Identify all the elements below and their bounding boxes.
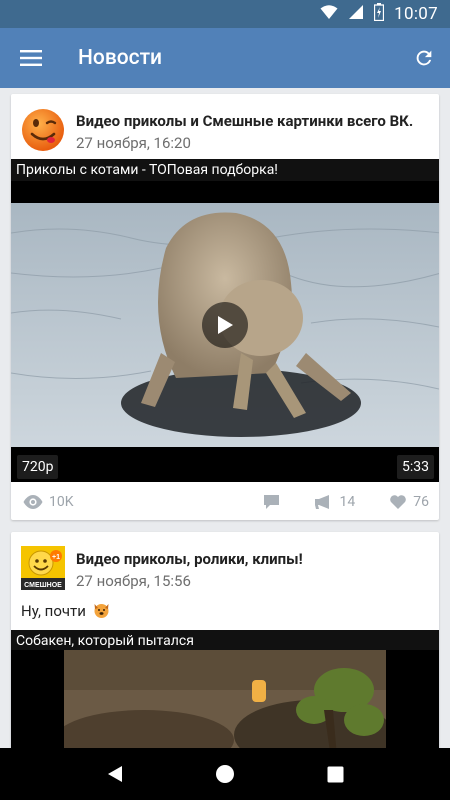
menu-button[interactable] [0, 28, 62, 88]
hamburger-icon [20, 50, 42, 66]
home-button[interactable] [205, 754, 245, 794]
funny-group-logo: +1 СМЕШНОЕ [21, 546, 65, 590]
post-text-body: Ну, почти [21, 602, 86, 620]
post-header: Видео приколы и Смешные картинки всего В… [11, 94, 439, 160]
recents-button[interactable] [315, 754, 355, 794]
avatar-text: СМЕШНОЕ [24, 582, 62, 589]
recents-square-icon [327, 766, 343, 782]
news-feed[interactable]: Видео приколы и Смешные картинки всего В… [0, 88, 450, 748]
shares-count: 14 [339, 494, 356, 510]
clock: 10:07 [394, 4, 438, 24]
post-card[interactable]: Видео приколы и Смешные картинки всего В… [11, 94, 439, 520]
post-author[interactable]: Видео приколы и Смешные картинки всего В… [76, 112, 413, 130]
likes-count: 76 [413, 494, 429, 510]
avatar[interactable] [21, 108, 65, 152]
comment-button[interactable] [263, 494, 280, 510]
avatar-badge: +1 [52, 554, 60, 561]
post-footer: 10K 14 76 [11, 484, 439, 520]
heart-icon [390, 495, 407, 509]
like-button[interactable]: 76 [389, 494, 429, 510]
views-counter: 10K [23, 494, 74, 510]
home-circle-icon [216, 765, 234, 783]
video-duration-badge: 5:33 [397, 455, 434, 479]
page-title: Новости [78, 46, 163, 70]
post-card[interactable]: +1 СМЕШНОЕ Видео приколы, ролики, клипы!… [11, 532, 439, 748]
video-thumbnail[interactable] [64, 650, 386, 748]
share-button[interactable]: 14 [314, 494, 356, 510]
back-button[interactable] [95, 754, 135, 794]
post-date: 27 ноября, 16:20 [76, 134, 191, 152]
video-player[interactable]: Собакен, который пытался [11, 630, 439, 748]
views-count: 10K [49, 494, 74, 510]
eye-icon [23, 495, 43, 509]
video-player[interactable]: Приколы с котами - ТОПовая подборка! 720… [11, 159, 439, 482]
comment-icon [263, 495, 279, 509]
post-header: +1 СМЕШНОЕ Видео приколы, ролики, клипы!… [11, 532, 439, 598]
video-thumbnail[interactable] [11, 203, 439, 447]
play-button[interactable] [202, 302, 248, 348]
video-quality-badge: 720p [17, 455, 59, 479]
app-bar: Новости [0, 28, 450, 88]
refresh-icon [416, 50, 432, 66]
signal-icon [348, 4, 364, 24]
refresh-button[interactable] [398, 28, 450, 88]
wifi-icon [320, 4, 338, 24]
play-icon [218, 316, 233, 334]
post-date: 27 ноября, 15:56 [76, 572, 191, 590]
video-caption: Собакен, который пытался [11, 630, 439, 650]
post-author[interactable]: Видео приколы, ролики, клипы! [76, 550, 303, 568]
video-caption: Приколы с котами - ТОПовая подборка! [11, 159, 439, 181]
dog-face-emoji-icon [94, 604, 109, 618]
post-text: Ну, почти [21, 602, 110, 620]
system-navigation-bar [0, 748, 450, 800]
avatar[interactable]: +1 СМЕШНОЕ [21, 546, 65, 590]
back-triangle-icon [108, 766, 122, 782]
winking-smiley-icon [22, 109, 64, 151]
status-bar: 10:07 [0, 0, 450, 28]
battery-icon [374, 3, 385, 25]
megaphone-icon [314, 495, 329, 509]
